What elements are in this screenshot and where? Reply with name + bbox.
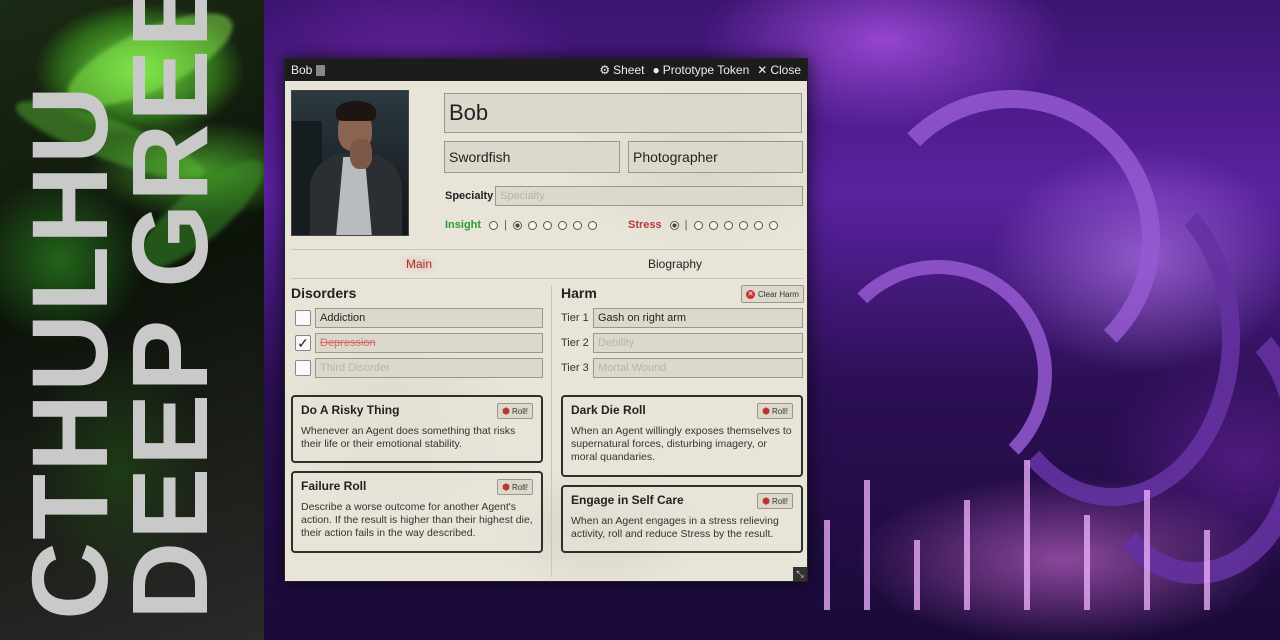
- insight-pip-0[interactable]: [489, 220, 499, 230]
- resize-icon[interactable]: ⤡: [793, 567, 807, 581]
- move-card-dark-die: Dark Die Roll ⬢ Roll! When an Agent willi…: [561, 395, 803, 477]
- clear-harm-button[interactable]: ✕ Clear Harm: [741, 285, 804, 303]
- close-icon: ✕: [757, 63, 768, 77]
- clear-harm-label: Clear Harm: [758, 289, 799, 299]
- disorder-checkbox-3[interactable]: [295, 360, 311, 376]
- user-circle-icon: ●: [652, 63, 660, 77]
- move-card-failure-roll: Failure Roll ⬢ Roll! Describe a worse out…: [291, 471, 543, 553]
- move-description: When an Agent willingly exposes themselv…: [571, 425, 792, 463]
- move-card-risky-thing: Do A Risky Thing ⬢ Roll! Whenever an Agen…: [291, 395, 543, 463]
- character-sheet-window: Bob ⚙ Sheet ● Prototype Token ✕ Close Bo…: [284, 58, 808, 582]
- disorders-title: Disorders: [291, 285, 357, 301]
- banner-line-2: DEEP GREEN: [109, 0, 231, 620]
- move-description: Describe a worse outcome for another Age…: [301, 501, 533, 539]
- disorder-checkbox-1[interactable]: [295, 310, 311, 326]
- harm-tier-2-field[interactable]: Debility: [593, 333, 803, 353]
- window-titlebar[interactable]: Bob ⚙ Sheet ● Prototype Token ✕ Close: [285, 59, 807, 81]
- column-divider: [551, 285, 552, 577]
- occupation-field[interactable]: Photographer: [628, 141, 803, 173]
- banner-line-1: CTHULHU: [9, 84, 130, 620]
- roll-label: Roll!: [511, 482, 528, 492]
- specialty-label: Specialty: [445, 190, 494, 202]
- roll-button[interactable]: ⬢ Roll!: [757, 493, 793, 509]
- insight-pip-4[interactable]: [557, 220, 567, 230]
- roll-label: Roll!: [771, 496, 788, 506]
- roll-label: Roll!: [511, 406, 528, 416]
- move-description: Whenever an Agent does something that ri…: [301, 425, 516, 450]
- banner-panel: CTHULHU DEEP GREEN: [0, 0, 264, 640]
- stress-pip-3[interactable]: [723, 220, 733, 230]
- harm-tier-1-field[interactable]: Gash on right arm: [593, 308, 803, 328]
- tab-main[interactable]: Main: [291, 250, 547, 278]
- close-button[interactable]: ✕ Close: [757, 63, 801, 77]
- sheet-tabs: Main Biography: [291, 249, 803, 279]
- insight-pip-6[interactable]: [587, 220, 597, 230]
- insight-label: Insight: [445, 219, 482, 231]
- dice-icon: ⬢: [502, 405, 510, 416]
- roll-label: Roll!: [771, 406, 788, 416]
- specialty-field[interactable]: Specialty: [495, 186, 803, 206]
- prototype-token-label: Prototype Token: [662, 63, 750, 77]
- document-icon: [316, 64, 326, 76]
- stress-pip-2[interactable]: [708, 220, 718, 230]
- tier-3-label: Tier 3: [561, 362, 589, 374]
- insight-track: Insight |: [445, 219, 597, 231]
- disorder-field-2[interactable]: Depression: [315, 333, 543, 353]
- disorder-checkbox-2[interactable]: ✓: [295, 335, 311, 351]
- roll-button[interactable]: ⬢ Roll!: [497, 479, 533, 495]
- move-description: When an Agent engages in a stress reliev…: [571, 515, 779, 540]
- move-card-self-care: Engage in Self Care ⬢ Roll! When an Agent…: [561, 485, 803, 553]
- insight-pip-2[interactable]: [527, 220, 537, 230]
- gear-icon: ⚙: [599, 63, 611, 77]
- dice-icon: ⬢: [762, 405, 770, 416]
- roll-button[interactable]: ⬢ Roll!: [497, 403, 533, 419]
- stress-pip-5[interactable]: [753, 220, 763, 230]
- sheet-button-label: Sheet: [613, 63, 645, 77]
- sheet-button[interactable]: ⚙ Sheet: [599, 63, 644, 77]
- prototype-token-button[interactable]: ● Prototype Token: [652, 63, 749, 77]
- name-field[interactable]: Bob: [444, 93, 802, 133]
- character-portrait[interactable]: [291, 90, 409, 236]
- harm-title: Harm: [561, 285, 597, 301]
- banner-text: CTHULHU DEEP GREEN: [9, 0, 231, 620]
- dice-icon: ⬢: [502, 481, 510, 492]
- harm-tier-3-field[interactable]: Mortal Wound: [593, 358, 803, 378]
- stress-pip-6[interactable]: [768, 220, 778, 230]
- codename-field[interactable]: Swordfish: [444, 141, 620, 173]
- window-title: Bob: [291, 63, 313, 77]
- roll-button[interactable]: ⬢ Roll!: [757, 403, 793, 419]
- tier-2-label: Tier 2: [561, 337, 589, 349]
- tab-biography[interactable]: Biography: [547, 250, 803, 278]
- insight-pip-5[interactable]: [572, 220, 582, 230]
- tier-1-label: Tier 1: [561, 312, 589, 324]
- dice-icon: ⬢: [762, 495, 770, 506]
- stress-pip-4[interactable]: [738, 220, 748, 230]
- close-button-label: Close: [770, 63, 801, 77]
- stress-track: Stress |: [628, 219, 778, 231]
- x-circle-icon: ✕: [746, 289, 755, 299]
- insight-pip-1[interactable]: [512, 220, 522, 230]
- insight-pip-3[interactable]: [542, 220, 552, 230]
- disorder-field-1[interactable]: Addiction: [315, 308, 543, 328]
- stress-pip-0[interactable]: [669, 220, 679, 230]
- stress-label: Stress: [628, 219, 662, 231]
- stress-pip-1[interactable]: [693, 220, 703, 230]
- disorder-field-3[interactable]: Third Disorder: [315, 358, 543, 378]
